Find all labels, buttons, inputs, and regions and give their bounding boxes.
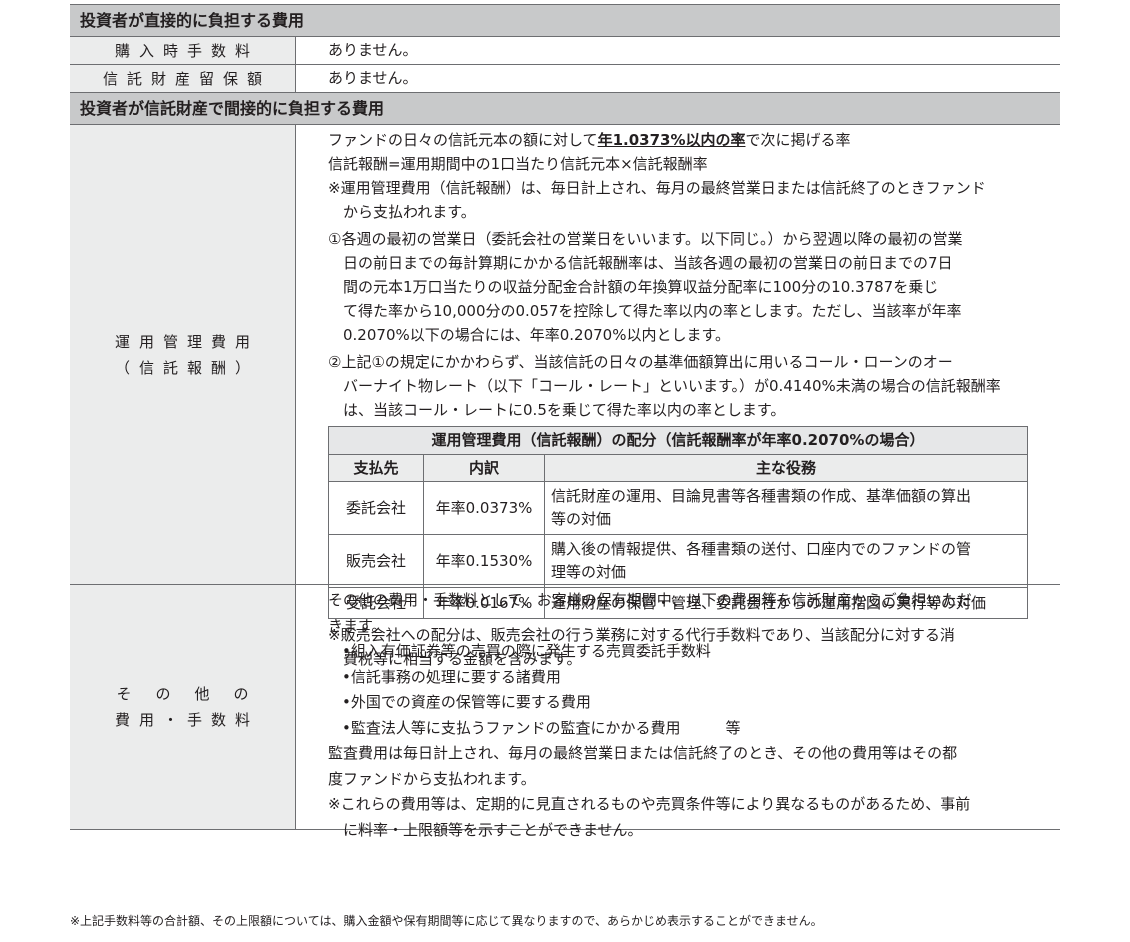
col-header-payee: 支払先 — [328, 454, 424, 482]
table-row: 販売会社 年率0.1530% 購入後の情報提供、各種書類の送付、口座内でのファン… — [328, 534, 1028, 588]
other-fees-label: その他の — [116, 685, 273, 703]
retention-fee-value: ありません。 — [328, 69, 418, 87]
role-line: 等の対価 — [551, 510, 612, 528]
payee-cell: 販売会社 — [328, 534, 424, 588]
indirect-fees-header: 投資者が信託財産で間接的に負担する費用 — [70, 93, 1060, 125]
retention-fee-label-cell: 信託財産留保額 — [70, 65, 296, 92]
clause1-line1: ①各週の最初の営業日（委託会社の営業日をいいます。以下同じ。）から翌週以降の最初… — [328, 230, 963, 248]
management-fee-rate-line: ファンドの日々の信託元本の額に対して年1.0373%以内の率で次に掲げる率 — [328, 128, 1038, 152]
clause1-line2: 日の前日までの毎計算期にかかる信託報酬率は、当該各週の最初の営業日の前日までの7… — [343, 254, 953, 272]
accrual-note-line2: から支払われます。 — [343, 203, 476, 221]
other-fees-intro-line1: その他の費用・手数料として、お客様の保有期間中、以下の費用等を信託財産からご負担… — [328, 591, 972, 609]
rate-line-pre: ファンドの日々の信託元本の額に対して — [328, 131, 598, 149]
list-item: •外国での資産の保管等に要する費用 — [342, 693, 591, 711]
col-header-role: 主な役務 — [544, 454, 1028, 482]
other-fees-intro-line2: きます。 — [328, 616, 387, 635]
management-fee-sublabel: （信託報酬） — [114, 358, 259, 377]
clause2-line2: バーナイト物レート（以下「コール・レート」といいます。）が0.4140%未満の場… — [343, 377, 1001, 395]
clause2-line1: ②上記①の規定にかかわらず、当該信託の日々の基準価額算出に用いるコール・ローンの… — [328, 353, 953, 371]
other-fees-sublabel: 費用・手数料 — [114, 711, 259, 729]
clause1-line4: て得た率から10,000分の0.057を控除して得た率以内の率とします。ただし、… — [343, 302, 962, 320]
management-fee-row: 運用管理費用 （信託報酬） ファンドの日々の信託元本の額に対して年1.0373%… — [70, 125, 1060, 668]
purchase-fee-label-cell: 購入時手数料 — [70, 37, 296, 64]
purchase-fee-value: ありません。 — [328, 41, 418, 59]
other-fees-content: その他の費用・手数料として、お客様の保有期間中、以下の費用等を信託財産からご負担… — [296, 585, 1060, 839]
max-rate-emphasis: 年1.0373%以内の率 — [597, 131, 746, 149]
retention-fee-label: 信託財産留保額 — [102, 70, 271, 88]
other-fees-note-line2: に料率・上限額等を示すことができません。 — [343, 820, 643, 839]
management-fee-label-cell: 運用管理費用 （信託報酬） — [70, 125, 296, 584]
management-fee-label: 運用管理費用 — [114, 332, 259, 351]
purchase-fee-row: 購入時手数料 ありません。 — [70, 37, 1060, 65]
other-fees-label-cell: その他の 費用・手数料 — [70, 585, 296, 829]
role-cell: 購入後の情報提供、各種書類の送付、口座内でのファンドの管 理等の対価 — [544, 534, 1028, 588]
fee-table-frame: 投資者が直接的に負担する費用 購入時手数料 ありません。 信託財産留保額 ありま… — [70, 4, 1060, 839]
direct-fees-header: 投資者が直接的に負担する費用 — [70, 5, 1060, 37]
list-item: •信託事務の処理に要する諸費用 — [342, 667, 561, 686]
clause1-line3: 間の元本1万口当たりの収益分配金合計額の年換算収益分配率に100分の10.378… — [343, 278, 939, 296]
management-fee-content: ファンドの日々の信託元本の額に対して年1.0373%以内の率で次に掲げる率 信託… — [296, 125, 1060, 668]
rate-cell: 年率0.1530% — [423, 534, 545, 588]
rate-cell: 年率0.0373% — [423, 481, 545, 535]
col-header-breakdown: 内訳 — [423, 454, 545, 482]
retention-fee-row: 信託財産留保額 ありません。 — [70, 65, 1060, 93]
table-row: 委託会社 年率0.0373% 信託財産の運用、目論見書等各種書類の作成、基準価額… — [328, 481, 1028, 535]
accrual-note-line1: ※運用管理費用（信託報酬）は、毎日計上され、毎月の最終営業日または信託終了のとき… — [328, 179, 986, 197]
clause2-line3: は、当該コール・レートに0.5を乗じて得た率以内の率とします。 — [343, 401, 786, 419]
fee-formula: 信託報酬=運用期間中の1口当たり信託元本×信託報酬率 — [328, 155, 708, 173]
role-line: 信託財産の運用、目論見書等各種書類の作成、基準価額の算出 — [551, 487, 972, 505]
audit-fee-line1: 監査費用は毎日計上され、毎月の最終営業日または信託終了のとき、その他の費用等はそ… — [328, 744, 958, 762]
list-item: •監査法人等に支払うファンドの監査にかかる費用 等 — [342, 718, 741, 737]
list-item: •組入有価証券等の売買の際に発生する売買委託手数料 — [342, 642, 711, 660]
clause1-line5: 0.2070%以下の場合には、年率0.2070%以内とします。 — [343, 326, 730, 344]
payee-cell: 委託会社 — [328, 481, 424, 535]
role-line: 理等の対価 — [551, 563, 627, 581]
other-fees-row: その他の 費用・手数料 その他の費用・手数料として、お客様の保有期間中、以下の費… — [70, 585, 1060, 839]
purchase-fee-label: 購入時手数料 — [114, 42, 259, 60]
role-line: 購入後の情報提供、各種書類の送付、口座内でのファンドの管 — [551, 540, 972, 558]
audit-fee-line2: 度ファンドから支払われます。 — [328, 769, 536, 788]
footnote: ※上記手数料等の合計額、その上限額については、購入金額や保有期間等に応じて異なり… — [70, 914, 823, 928]
fee-table: 投資者が直接的に負担する費用 購入時手数料 ありません。 信託財産留保額 ありま… — [70, 4, 1060, 839]
other-fees-note-line1: ※これらの費用等は、定期的に見直されるものや売買条件等により異なるものがあるため… — [328, 795, 971, 813]
role-cell: 信託財産の運用、目論見書等各種書類の作成、基準価額の算出 等の対価 — [544, 481, 1028, 535]
allocation-table-title: 運用管理費用（信託報酬）の配分（信託報酬率が年率0.2070%の場合） — [328, 426, 1028, 455]
rate-line-post: で次に掲げる率 — [745, 131, 851, 149]
